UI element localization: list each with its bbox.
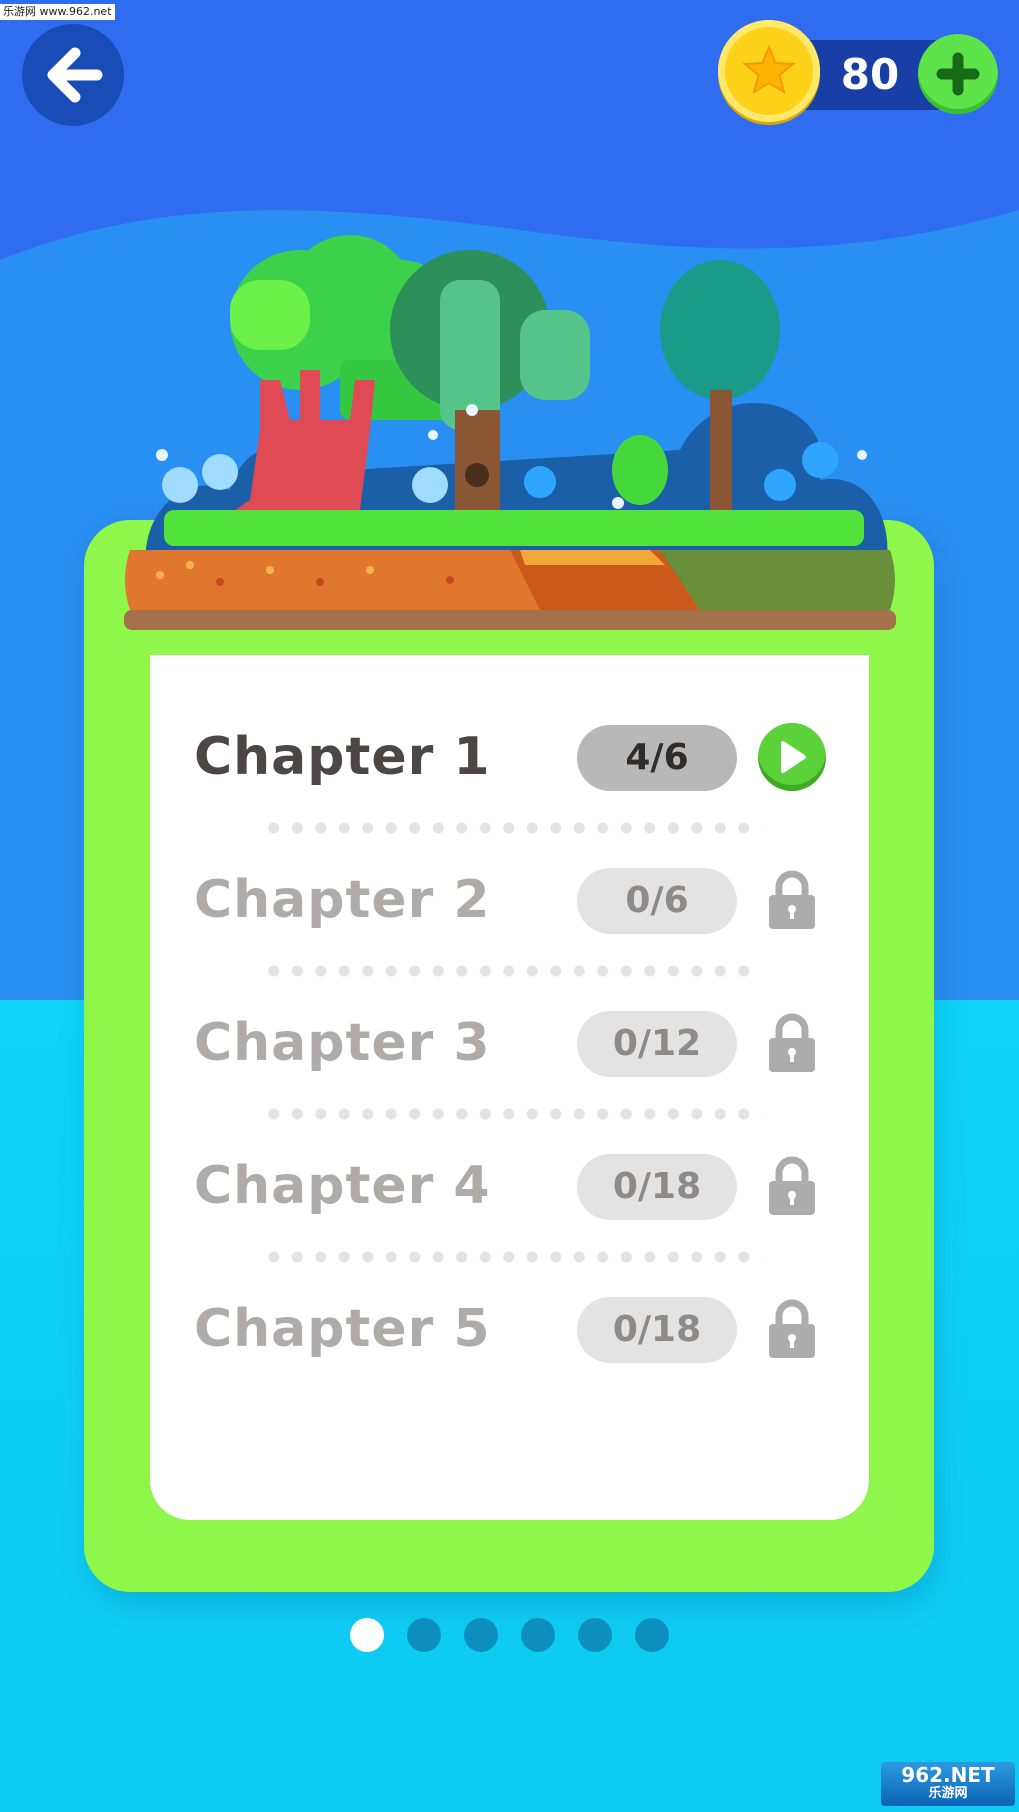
play-icon [781, 741, 806, 773]
chapter-progress-badge: 0/18 [577, 1154, 737, 1220]
page-dot-6[interactable] [635, 1618, 669, 1652]
lock-icon [756, 1150, 828, 1222]
row-divider [262, 1108, 762, 1120]
star-coin-icon [718, 20, 820, 122]
chapter-row-5[interactable]: Chapter 5 0/18 [150, 1279, 869, 1379]
forest-illustration [124, 235, 896, 630]
play-button[interactable] [756, 721, 828, 793]
row-divider [262, 822, 762, 834]
watermark-bottom: 962.NET 乐游网 [881, 1762, 1015, 1806]
chapter-row-4[interactable]: Chapter 4 0/18 [150, 1136, 869, 1236]
chapter-title: Chapter 5 [194, 1299, 491, 1359]
coin-count: 80 [840, 50, 900, 99]
chapter-progress-badge: 0/6 [577, 868, 737, 934]
chapter-title: Chapter 1 [194, 727, 491, 787]
arrow-left-icon [47, 47, 103, 103]
back-button[interactable] [22, 24, 124, 126]
page-dot-4[interactable] [521, 1618, 555, 1652]
row-divider [262, 965, 762, 977]
chapter-title: Chapter 4 [194, 1156, 491, 1216]
page-indicator [350, 1618, 670, 1654]
lock-icon [756, 1007, 828, 1079]
chapter-progress-badge: 4/6 [577, 725, 737, 791]
chapter-progress-badge: 0/18 [577, 1297, 737, 1363]
chapter-title: Chapter 2 [194, 870, 491, 930]
chapter-row-1[interactable]: Chapter 1 4/6 [150, 707, 869, 807]
plus-icon [936, 52, 980, 96]
lock-icon [756, 864, 828, 936]
lock-icon [756, 1293, 828, 1365]
chapter-row-3[interactable]: Chapter 3 0/12 [150, 993, 869, 1093]
page-dot-3[interactable] [464, 1618, 498, 1652]
chapter-progress-badge: 0/12 [577, 1011, 737, 1077]
chapter-row-2[interactable]: Chapter 2 0/6 [150, 850, 869, 950]
page-dot-2[interactable] [407, 1618, 441, 1652]
watermark-top: 乐游网 www.962.net [0, 4, 115, 20]
add-coins-button[interactable] [918, 34, 998, 114]
chapter-title: Chapter 3 [194, 1013, 491, 1073]
page-dot-5[interactable] [578, 1618, 612, 1652]
row-divider [262, 1251, 762, 1263]
page-dot-1[interactable] [350, 1618, 384, 1652]
